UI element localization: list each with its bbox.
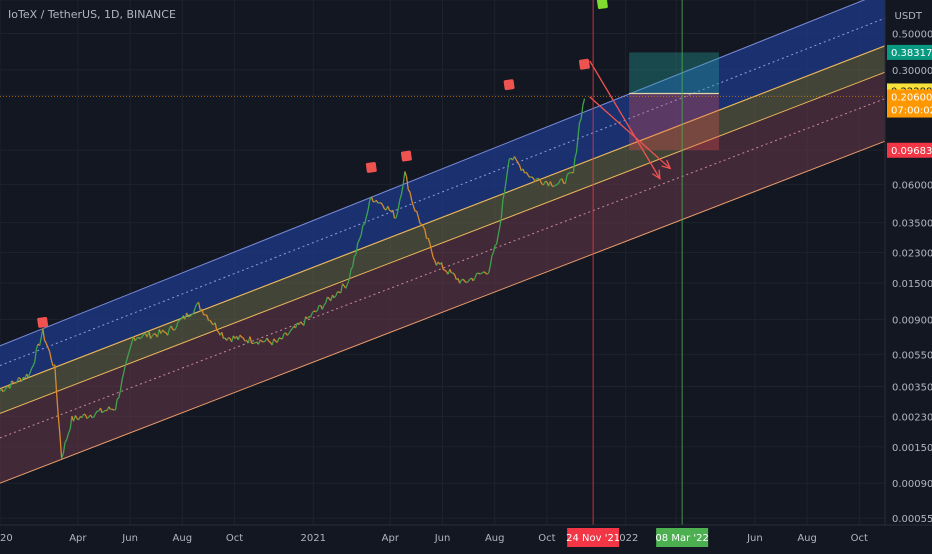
price-segment — [164, 332, 166, 333]
y-tick-label: 0.00900 — [892, 315, 932, 326]
price-segment — [253, 343, 255, 344]
y-tick-label: 0.03500 — [892, 219, 932, 230]
price-segment — [279, 338, 281, 339]
x-tick-label: Oct — [226, 533, 243, 544]
y-tick-label: 0.00055 — [892, 514, 932, 525]
x-tick-label: 2020 — [0, 533, 13, 544]
x-tick-label: Apr — [382, 533, 400, 544]
y-tick-label: 0.00550 — [892, 350, 932, 361]
green-flag-marker — [597, 0, 608, 9]
red-flag-marker — [37, 317, 48, 328]
price-segment — [137, 338, 139, 339]
price-segment — [112, 409, 114, 410]
position-target-zone — [629, 52, 719, 93]
price-segment — [314, 311, 316, 312]
price-segment — [192, 314, 194, 315]
price-segment — [242, 337, 244, 338]
red-flag-marker — [579, 59, 590, 70]
price-segment — [480, 273, 482, 274]
x-tick-label: Aug — [173, 533, 193, 544]
price-segment — [545, 181, 547, 182]
price-segment — [13, 382, 15, 383]
price-segment — [154, 334, 156, 335]
x-tick-label: Jun — [121, 533, 138, 544]
red-flag-marker — [503, 79, 514, 90]
price-segment — [104, 410, 106, 411]
price-segment — [395, 218, 397, 219]
time-axis-background — [0, 525, 932, 550]
y-tick-label: 0.00350 — [892, 383, 932, 394]
x-tick-label: Jun — [746, 533, 763, 544]
price-segment — [269, 341, 271, 342]
x-tick-label: Aug — [797, 533, 817, 544]
y-tick-label: 0.00230 — [892, 412, 932, 423]
y-tick-label: 0.02300 — [892, 249, 932, 260]
price-label-countdown: 07:00:02 — [891, 106, 932, 117]
y-tick-label: 0.30000 — [892, 66, 932, 77]
price-axis-background — [885, 0, 932, 550]
y-tick-label: 0.01500 — [892, 279, 932, 290]
price-segment — [316, 311, 318, 312]
y-tick-label: 0.00090 — [892, 479, 932, 490]
x-tick-label: Oct — [538, 533, 555, 544]
y-tick-label: 0.00150 — [892, 443, 932, 454]
x-tick-label: Aug — [485, 533, 505, 544]
price-label-text: 0.09683 — [891, 146, 932, 157]
price-label-text: 0.38317 — [891, 48, 932, 59]
price-segment — [363, 224, 365, 225]
price-segment — [228, 338, 230, 339]
y-tick-label: 0.50000 — [892, 29, 932, 40]
x-tick-label: 2021 — [301, 533, 326, 544]
currency-label: USDT — [895, 11, 922, 22]
x-tick-label: Jun — [434, 533, 451, 544]
price-segment — [478, 273, 480, 274]
red-flag-marker — [401, 150, 412, 161]
y-tick-label: 0.06000 — [892, 180, 932, 191]
date-marker-label: 24 Nov '21 — [566, 533, 620, 544]
price-segment — [484, 272, 486, 273]
date-marker-label: 08 Mar '22 — [655, 533, 708, 544]
price-segment — [555, 184, 557, 185]
position-stop-zone — [629, 94, 719, 151]
price-segment — [443, 269, 445, 270]
x-tick-label: Apr — [69, 533, 87, 544]
symbol-title: IoTeX / TetherUS, 1D, BINANCE — [8, 8, 176, 21]
price-segment — [466, 282, 468, 283]
price-segment — [420, 223, 422, 224]
chart-area[interactable]: 0.500000.300000.210000.096830.060000.035… — [0, 0, 932, 550]
red-flag-marker — [366, 162, 377, 173]
price-label-text: 0.20600 — [891, 93, 932, 104]
x-tick-label: Oct — [851, 533, 868, 544]
price-chart[interactable]: 0.500000.300000.210000.096830.060000.035… — [0, 0, 932, 550]
